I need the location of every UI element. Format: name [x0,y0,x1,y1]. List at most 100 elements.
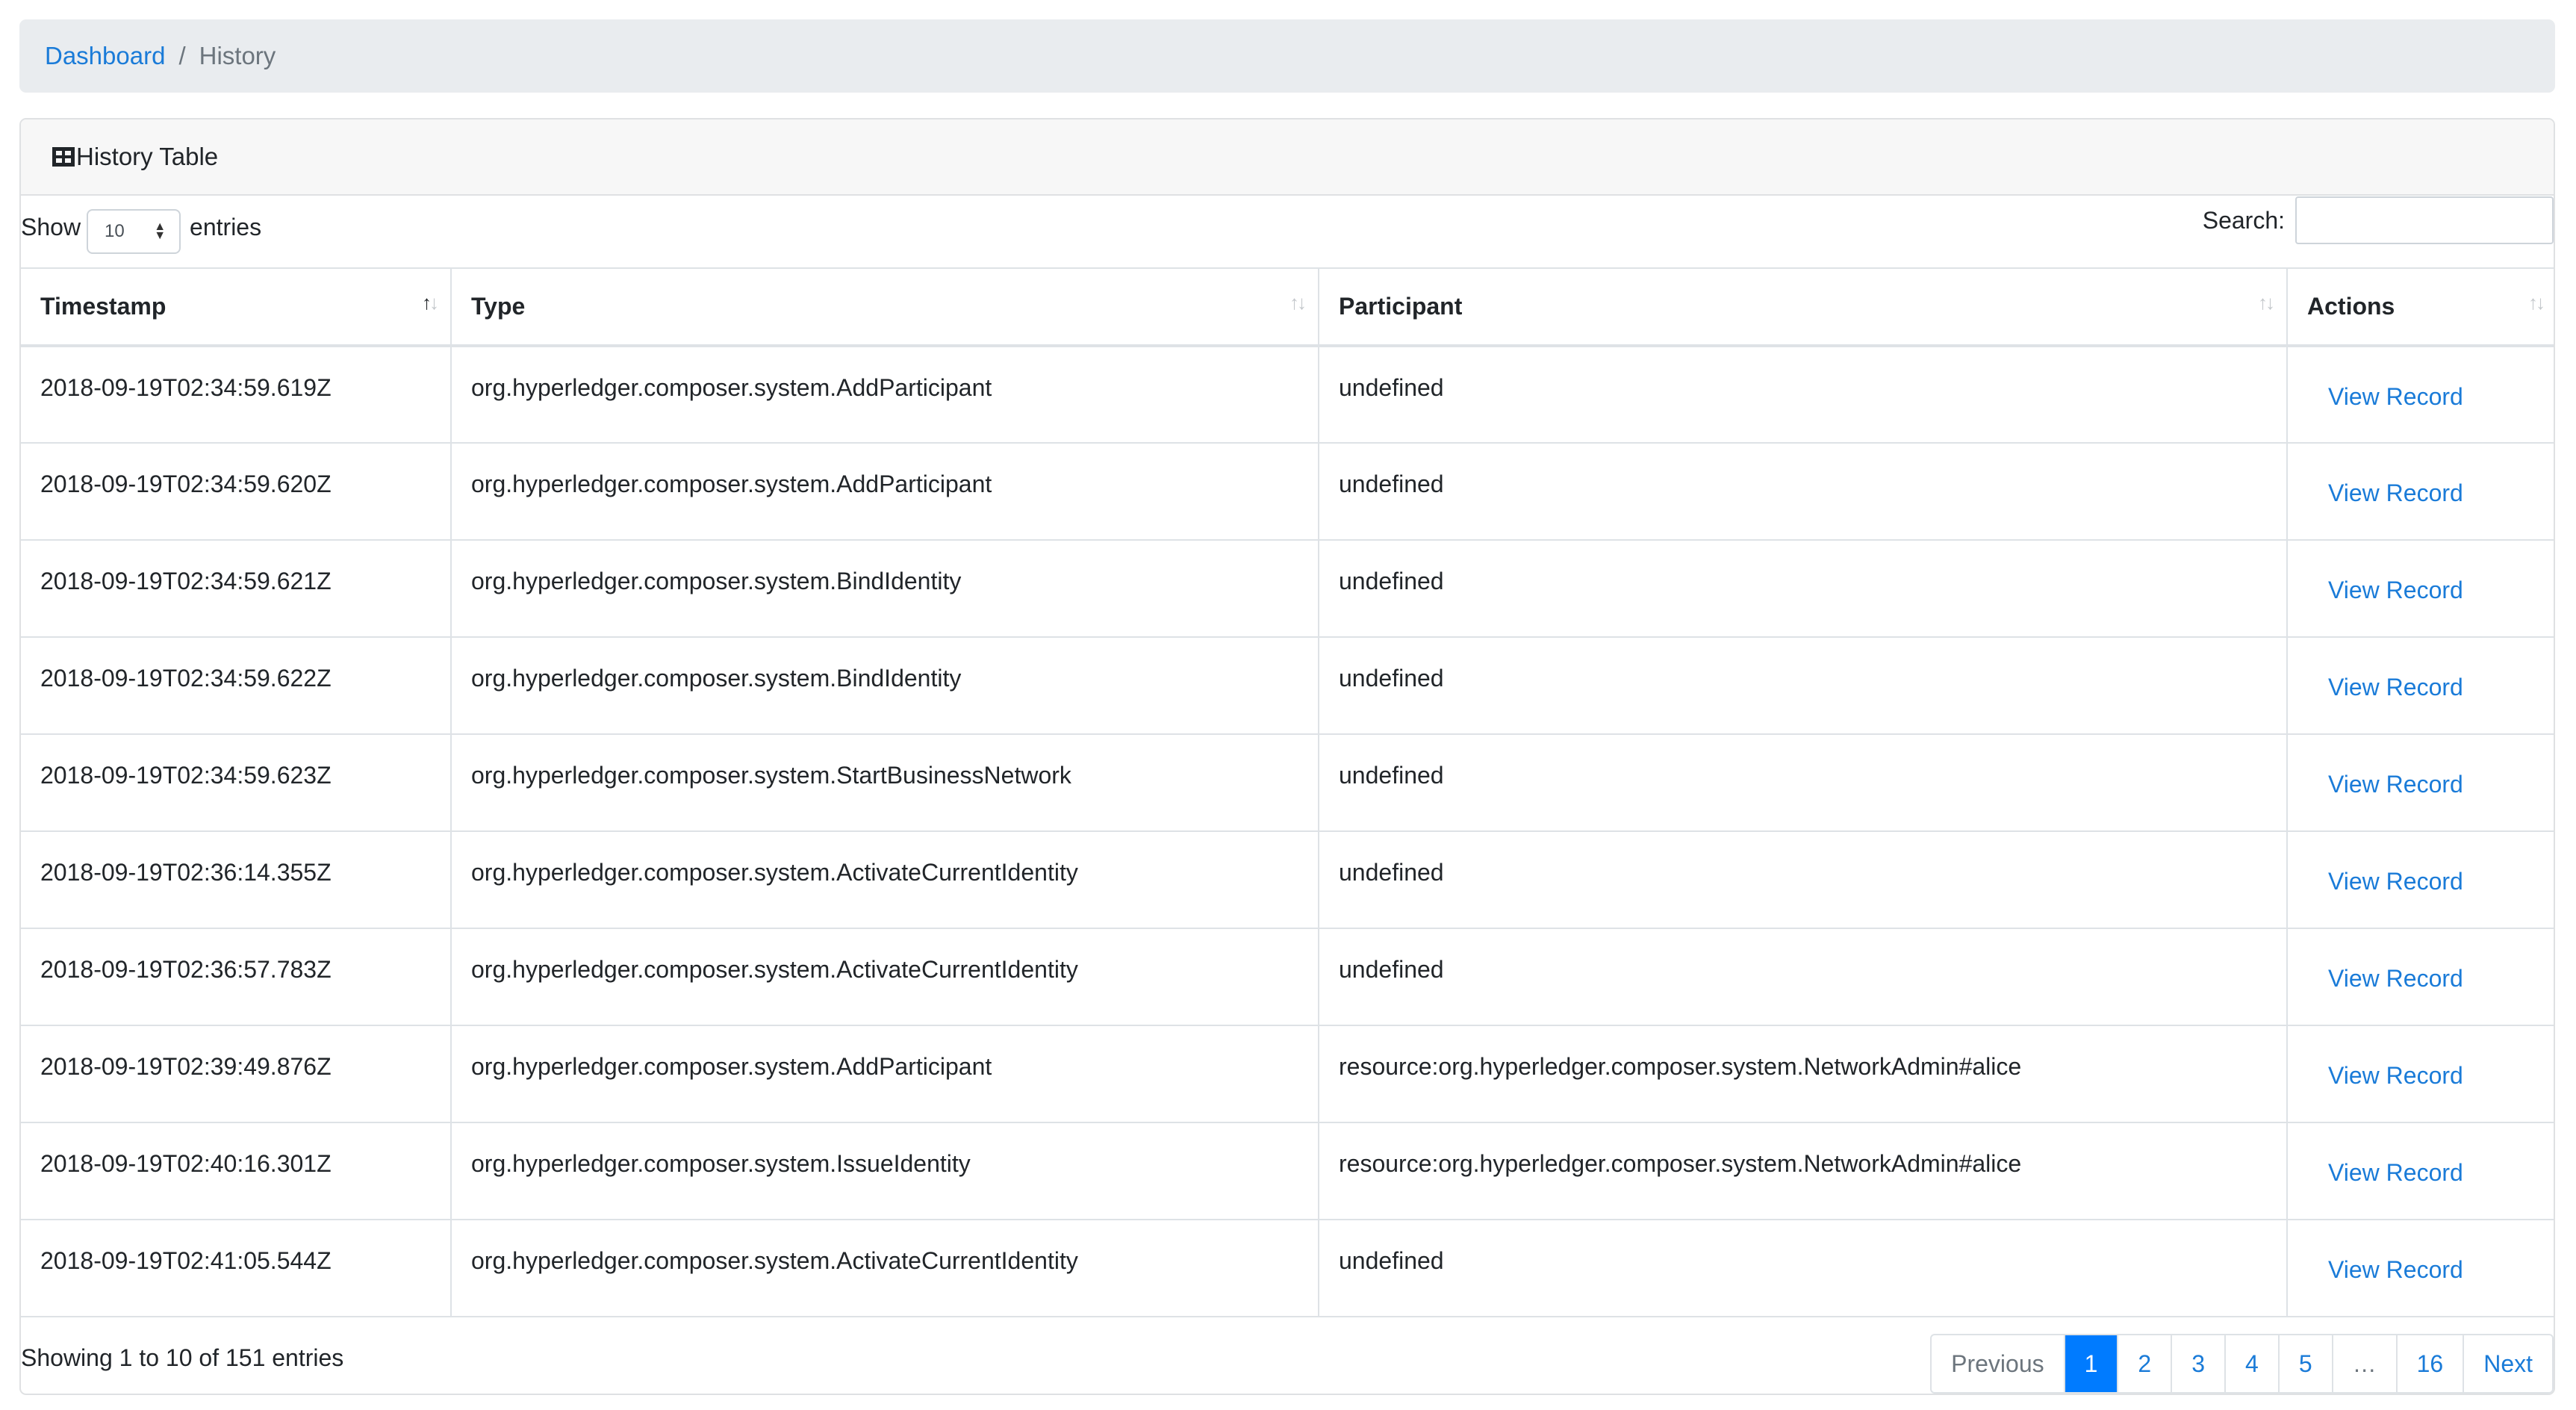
timestamp-cell: 2018-09-19T02:34:59.620Z [21,443,452,541]
type-cell: org.hyperledger.composer.system.IssueIde… [451,1122,1319,1220]
table-header-row: Timestamp ↑↓ Type ↑↓ Participant ↑↓ Acti… [21,267,2554,347]
column-header-timestamp[interactable]: Timestamp ↑↓ [21,267,452,347]
select-arrows-icon: ▲ ▼ [154,220,167,242]
participant-cell: resource:org.hyperledger.composer.system… [1319,1122,2288,1220]
history-table: Timestamp ↑↓ Type ↑↓ Participant ↑↓ Acti… [21,267,2554,1317]
participant-cell: undefined [1319,1220,2288,1317]
timestamp-cell: 2018-09-19T02:34:59.621Z [21,540,452,638]
pagination-page-button[interactable]: 16 [2395,1335,2463,1392]
pagination-previous-button[interactable]: Previous [1932,1335,2064,1392]
view-record-link[interactable]: View Record [2328,479,2463,506]
sort-icon: ↑↓ [2258,291,2275,314]
sort-icon: ↑↓ [1289,291,1307,314]
column-header-type[interactable]: Type ↑↓ [451,267,1319,347]
breadcrumb-separator: / [178,42,186,69]
table-row: 2018-09-19T02:40:16.301Z org.hyperledger… [21,1122,2554,1220]
participant-cell: undefined [1319,443,2288,541]
participant-cell: undefined [1319,928,2288,1026]
card-title: History Table [76,143,219,170]
table-row: 2018-09-19T02:41:05.544Z org.hyperledger… [21,1220,2554,1317]
table-body: 2018-09-19T02:34:59.619Z org.hyperledger… [21,346,2554,1317]
timestamp-cell: 2018-09-19T02:39:49.876Z [21,1025,452,1123]
entries-label: entries [190,213,262,240]
card-header: History Table [21,119,2554,196]
view-record-link[interactable]: View Record [2328,965,2463,992]
type-cell: org.hyperledger.composer.system.Activate… [451,928,1319,1026]
actions-cell: View Record [2287,1122,2554,1220]
timestamp-cell: 2018-09-19T02:34:59.619Z [21,346,452,444]
pagination-page-button[interactable]: 5 [2277,1335,2332,1392]
actions-cell: View Record [2287,928,2554,1026]
table-row: 2018-09-19T02:34:59.619Z org.hyperledger… [21,346,2554,444]
timestamp-cell: 2018-09-19T02:36:14.355Z [21,831,452,929]
timestamp-cell: 2018-09-19T02:36:57.783Z [21,928,452,1026]
type-cell: org.hyperledger.composer.system.BindIden… [451,637,1319,735]
type-cell: org.hyperledger.composer.system.AddParti… [451,346,1319,444]
table-row: 2018-09-19T02:34:59.620Z org.hyperledger… [21,443,2554,541]
view-record-link[interactable]: View Record [2328,1159,2463,1186]
participant-cell: undefined [1319,734,2288,832]
search-control: Search: [2203,196,2554,245]
actions-cell: View Record [2287,637,2554,735]
pagination-next-button[interactable]: Next [2463,1335,2552,1392]
sort-asc-icon: ↑↓ [422,291,439,314]
actions-cell: View Record [2287,540,2554,638]
type-cell: org.hyperledger.composer.system.Activate… [451,1220,1319,1317]
type-cell: org.hyperledger.composer.system.AddParti… [451,443,1319,541]
table-row: 2018-09-19T02:34:59.623Z org.hyperledger… [21,734,2554,832]
view-record-link[interactable]: View Record [2328,1062,2463,1089]
history-card: History Table Show 10 ▲ ▼ entries Search:… [19,118,2555,1395]
actions-cell: View Record [2287,443,2554,541]
type-cell: org.hyperledger.composer.system.AddParti… [451,1025,1319,1123]
table-row: 2018-09-19T02:39:49.876Z org.hyperledger… [21,1025,2554,1123]
type-cell: org.hyperledger.composer.system.BindIden… [451,540,1319,638]
column-header-participant[interactable]: Participant ↑↓ [1319,267,2288,347]
view-record-link[interactable]: View Record [2328,868,2463,895]
breadcrumb: Dashboard / History [19,19,2555,93]
view-record-link[interactable]: View Record [2328,771,2463,798]
view-record-link[interactable]: View Record [2328,674,2463,701]
entries-length-control: Show 10 ▲ ▼ entries [21,205,262,254]
actions-cell: View Record [2287,1220,2554,1317]
view-record-link[interactable]: View Record [2328,383,2463,410]
view-record-link[interactable]: View Record [2328,1256,2463,1283]
search-label: Search: [2202,206,2285,234]
pagination: Previous 1 2 3 4 5 … 16 Next [1930,1334,2554,1394]
participant-cell: undefined [1319,540,2288,638]
timestamp-cell: 2018-09-19T02:34:59.623Z [21,734,452,832]
pagination-page-button[interactable]: 4 [2224,1335,2278,1392]
pagination-page-button[interactable]: 3 [2171,1335,2224,1392]
show-label: Show [21,213,81,240]
breadcrumb-dashboard-link[interactable]: Dashboard [45,42,165,70]
entries-per-page-select[interactable]: 10 ▲ ▼ [87,209,181,254]
pagination-page-button[interactable]: 1 [2063,1335,2118,1392]
actions-cell: View Record [2287,831,2554,929]
table-row: 2018-09-19T02:34:59.621Z org.hyperledger… [21,540,2554,638]
view-record-link[interactable]: View Record [2328,577,2463,603]
pagination-page-button[interactable]: 2 [2117,1335,2171,1392]
actions-cell: View Record [2287,346,2554,444]
table-row: 2018-09-19T02:36:57.783Z org.hyperledger… [21,928,2554,1026]
table-row: 2018-09-19T02:34:59.622Z org.hyperledger… [21,637,2554,735]
participant-cell: undefined [1319,831,2288,929]
breadcrumb-current: History [199,42,276,69]
table-controls: Show 10 ▲ ▼ entries Search: [21,196,2554,264]
pagination-ellipsis: … [2331,1335,2396,1392]
search-input[interactable] [2295,196,2554,244]
actions-cell: View Record [2287,734,2554,832]
table-icon [52,147,75,167]
participant-cell: undefined [1319,346,2288,444]
entries-per-page-value: 10 [105,221,125,241]
type-cell: org.hyperledger.composer.system.Activate… [451,831,1319,929]
table-info: Showing 1 to 10 of 151 entries [21,1344,344,1371]
participant-cell: resource:org.hyperledger.composer.system… [1319,1025,2288,1123]
actions-cell: View Record [2287,1025,2554,1123]
participant-cell: undefined [1319,637,2288,735]
timestamp-cell: 2018-09-19T02:40:16.301Z [21,1122,452,1220]
type-cell: org.hyperledger.composer.system.StartBus… [451,734,1319,832]
timestamp-cell: 2018-09-19T02:34:59.622Z [21,637,452,735]
column-header-actions[interactable]: Actions ↑↓ [2287,267,2554,347]
timestamp-cell: 2018-09-19T02:41:05.544Z [21,1220,452,1317]
table-row: 2018-09-19T02:36:14.355Z org.hyperledger… [21,831,2554,929]
sort-icon: ↑↓ [2528,291,2545,314]
